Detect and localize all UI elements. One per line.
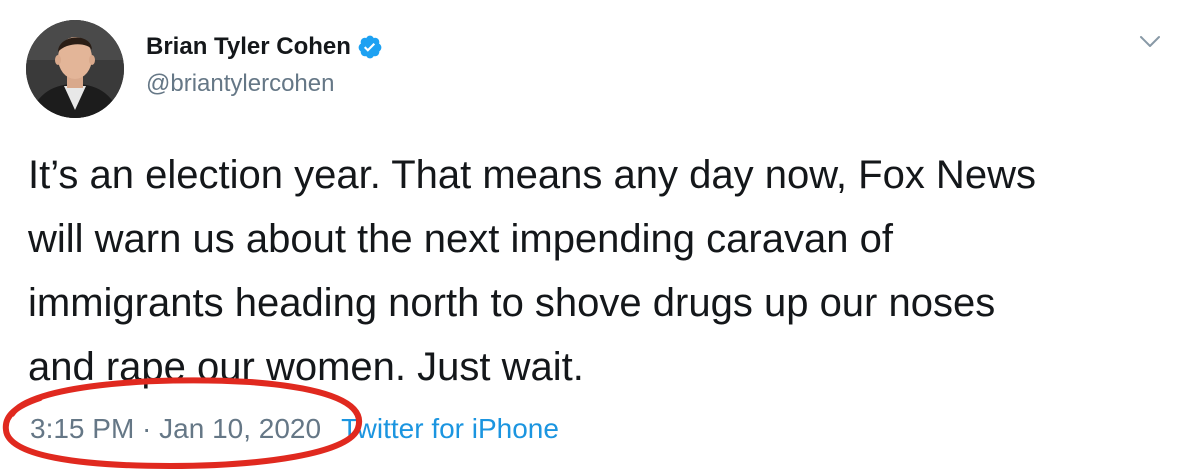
tweet-meta: 3:15 PM · Jan 10, 2020 Twitter for iPhon… [30,409,559,449]
tweet-text: It’s an election year. That means any da… [28,143,1158,399]
avatar[interactable] [26,20,124,118]
chevron-down-icon[interactable] [1138,30,1162,54]
tweet-text-line: and rape our women. Just wait. [28,345,584,389]
tweet-text-line: will warn us about the next impending ca… [28,217,893,261]
source-link[interactable]: Twitter for iPhone [341,413,559,445]
tweet-text-line: immigrants heading north to shove drugs … [28,281,996,325]
timestamp-link[interactable]: 3:15 PM · Jan 10, 2020 [30,413,321,445]
tweet-text-line: It’s an election year. That means any da… [28,153,1036,197]
avatar-image [26,20,124,118]
verified-badge-icon [357,34,383,60]
display-name-row[interactable]: Brian Tyler Cohen [146,30,383,64]
tweet-card: Brian Tyler Cohen @briantylercohen It’s … [0,0,1186,474]
display-name[interactable]: Brian Tyler Cohen [146,33,351,61]
user-handle[interactable]: @briantylercohen [146,70,334,98]
